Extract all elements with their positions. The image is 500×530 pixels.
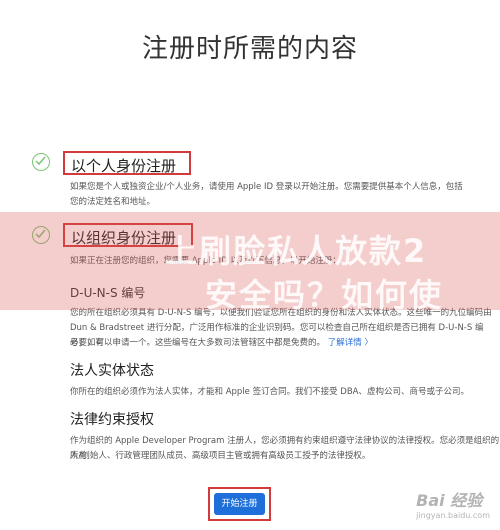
individual-desc-line1: 如果您是个人或独资企业/个人业务，请使用 Apple ID 登录以开始注册。您需…	[70, 182, 463, 192]
start-button-highlight: 开始注册	[208, 487, 271, 521]
duns-desc-text: 必要，可以申请一个。这些编号在大多数司法管辖区中都是免费的。	[70, 338, 326, 348]
overlay-text-line1: 上刷脸私人放款2	[165, 232, 428, 270]
entity-heading: 法人实体状态	[70, 363, 154, 379]
authority-heading: 法律约束授权	[70, 412, 154, 428]
duns-desc-line3: 必要，可以申请一个。这些编号在大多数司法管辖区中都是免费的。 了解详情 〉	[70, 336, 373, 351]
individual-desc-line2: 您的法定姓名和地址。	[70, 197, 156, 207]
check-circle-icon	[32, 153, 50, 171]
learn-more-link[interactable]: 了解详情 〉	[328, 338, 373, 348]
watermark-brand: Bai 经验	[416, 491, 483, 510]
watermark-url: jingyan.baidu.com	[416, 511, 490, 520]
overlay-text-line2: 安全吗？如何使	[205, 276, 444, 314]
entity-desc: 你所在的组织必须作为法人实体，才能和 Apple 签订合同。我们不接受 DBA、…	[70, 387, 469, 397]
individual-option-title[interactable]: 以个人身份注册	[63, 151, 191, 175]
baidu-watermark: Bai 经验 jingyan.baidu.com	[416, 487, 490, 520]
start-registration-button[interactable]: 开始注册	[214, 493, 265, 515]
page-title: 注册时所需的内容	[141, 34, 358, 64]
authority-desc-line2: 人/创始人、行政管理团队成员、高级项目主管或拥有高级员工授予的法律授权。	[70, 451, 371, 461]
